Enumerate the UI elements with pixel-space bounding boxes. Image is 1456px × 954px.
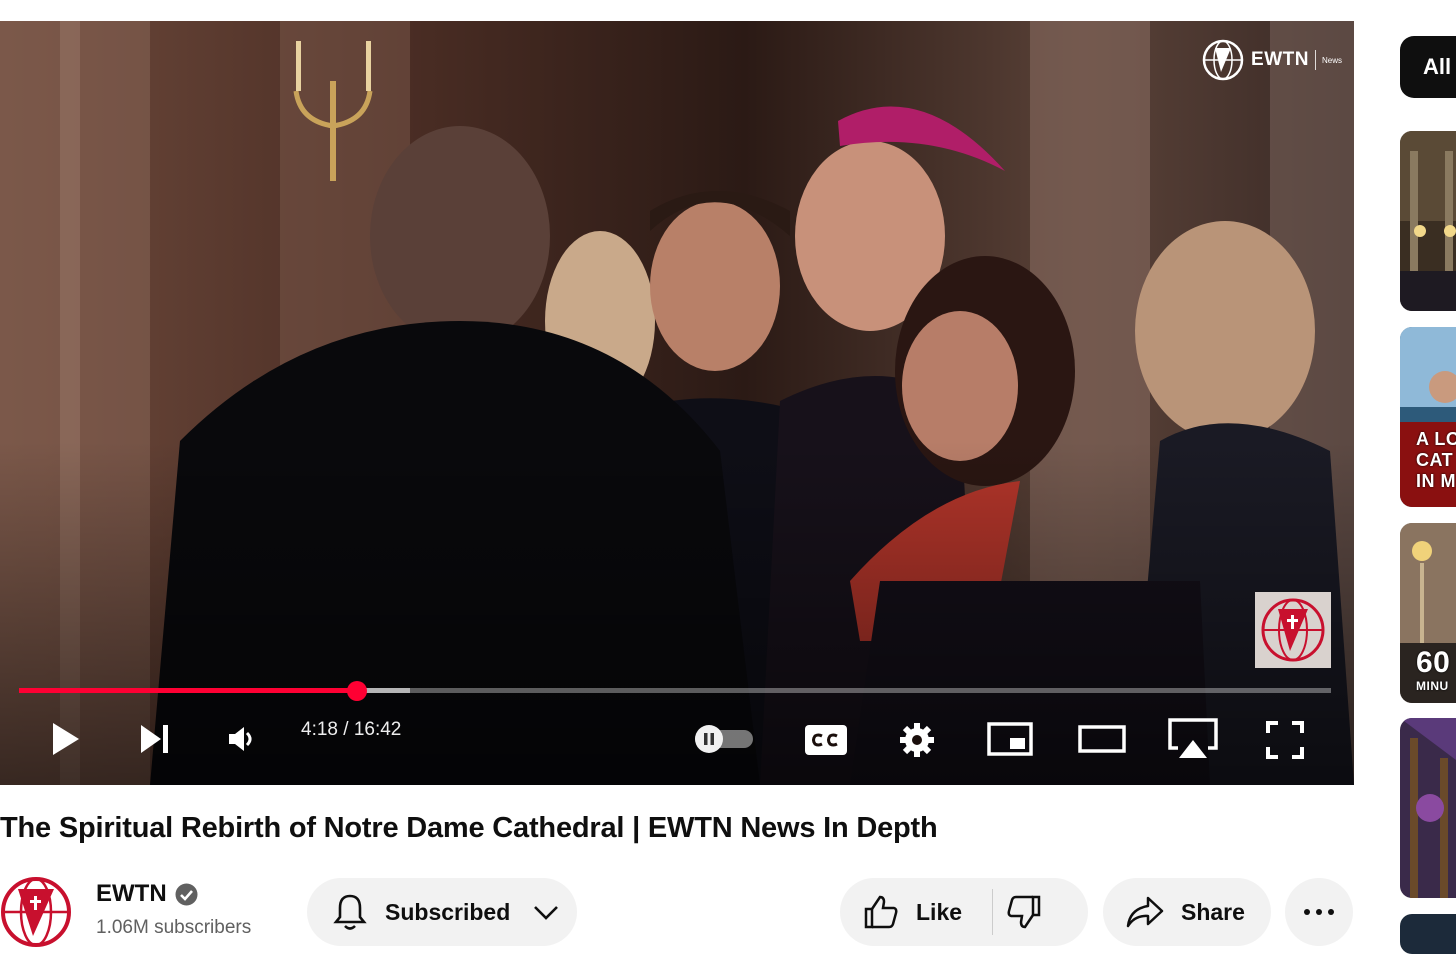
subscriber-count: 1.06M subscribers <box>96 917 252 938</box>
play-icon <box>53 723 79 755</box>
play-button[interactable] <box>40 717 90 761</box>
airplay-button[interactable] <box>1165 715 1221 763</box>
miniplayer-icon <box>987 722 1033 756</box>
related-video-thumbnail[interactable] <box>1400 131 1456 311</box>
airplay-icon <box>1168 718 1218 758</box>
ewtn-watermark: EWTN News <box>1201 38 1342 82</box>
related-video-thumbnail[interactable]: 60 MINU <box>1400 523 1456 703</box>
channel-branding-logo[interactable] <box>1255 592 1331 668</box>
thumbnail-text-line: MINU <box>1416 679 1449 693</box>
related-video-thumbnail[interactable]: A LO CAT IN M <box>1400 327 1456 507</box>
settings-icon <box>900 723 934 757</box>
duration: 16:42 <box>353 719 402 740</box>
miniplayer-button[interactable] <box>983 719 1037 759</box>
volume-icon <box>229 727 252 751</box>
video-frame[interactable] <box>0 21 1354 785</box>
more-actions-button[interactable] <box>1285 878 1353 946</box>
settings-button[interactable] <box>895 718 939 762</box>
autoplay-toggle-icon <box>695 725 753 753</box>
share-icon <box>1126 896 1164 928</box>
like-dislike-group: Like <box>840 878 1088 946</box>
like-divider <box>992 889 994 935</box>
thumbnail-text-line: CAT <box>1416 450 1454 470</box>
current-time: 4:18 <box>301 719 338 740</box>
like-button[interactable]: Like <box>862 893 962 931</box>
thumbnail-image <box>1400 131 1456 311</box>
more-icon <box>1304 909 1334 915</box>
related-video-thumbnail[interactable] <box>1400 718 1456 898</box>
progress-bar[interactable] <box>19 681 1331 701</box>
channel-avatar[interactable] <box>0 876 72 948</box>
thumbs-up-icon <box>864 895 898 929</box>
fullscreen-button[interactable] <box>1262 717 1308 763</box>
fullscreen-icon <box>1266 721 1304 759</box>
thumbnail-text: A LO CAT IN M <box>1416 429 1456 492</box>
ewtn-globe-icon <box>1202 39 1244 81</box>
time-separator: / <box>337 719 354 740</box>
time-display: 4:18 / 16:42 <box>301 719 401 741</box>
theater-mode-button[interactable] <box>1075 721 1129 757</box>
captions-icon <box>805 725 847 755</box>
filter-chip-all[interactable]: All <box>1400 36 1456 98</box>
video-player[interactable]: EWTN News 4:18 / 16:42 <box>0 21 1354 785</box>
progress-scrubber[interactable] <box>347 681 368 701</box>
next-icon <box>141 725 168 753</box>
progress-played <box>19 688 358 693</box>
autoplay-toggle[interactable] <box>693 724 755 754</box>
share-label: Share <box>1181 898 1245 925</box>
bell-icon <box>333 894 367 930</box>
thumbnail-text-line: 60 <box>1416 646 1451 679</box>
thumbnail-text-line: A LO <box>1416 429 1456 449</box>
watermark-name: EWTN <box>1251 49 1309 70</box>
captions-button[interactable] <box>800 721 852 759</box>
ewtn-logo-icon <box>1261 598 1325 662</box>
chevron-down-icon <box>534 906 559 920</box>
channel-name[interactable]: EWTN <box>96 880 167 908</box>
next-button[interactable] <box>130 719 176 759</box>
thumbs-down-icon <box>1007 895 1041 929</box>
watermark-news: News <box>1321 55 1342 65</box>
like-label: Like <box>916 898 963 925</box>
subscribed-label: Subscribed <box>385 898 511 925</box>
theater-icon <box>1078 725 1126 753</box>
share-button[interactable]: Share <box>1103 878 1271 946</box>
thumbnail-image <box>1400 718 1456 898</box>
related-video-thumbnail[interactable] <box>1400 914 1456 954</box>
ewtn-logo-icon <box>1 877 71 947</box>
verified-badge-icon <box>175 883 198 906</box>
subscribed-button[interactable]: Subscribed <box>307 878 577 946</box>
thumbnail-text: 60 MINU <box>1416 646 1451 694</box>
video-title: The Spiritual Rebirth of Notre Dame Cath… <box>0 812 938 844</box>
mute-button[interactable] <box>220 721 260 757</box>
dislike-button[interactable] <box>1005 893 1043 931</box>
thumbnail-text-line: IN M <box>1416 471 1456 491</box>
watermark-divider <box>1314 50 1316 70</box>
filter-chip-label: All <box>1423 54 1452 79</box>
